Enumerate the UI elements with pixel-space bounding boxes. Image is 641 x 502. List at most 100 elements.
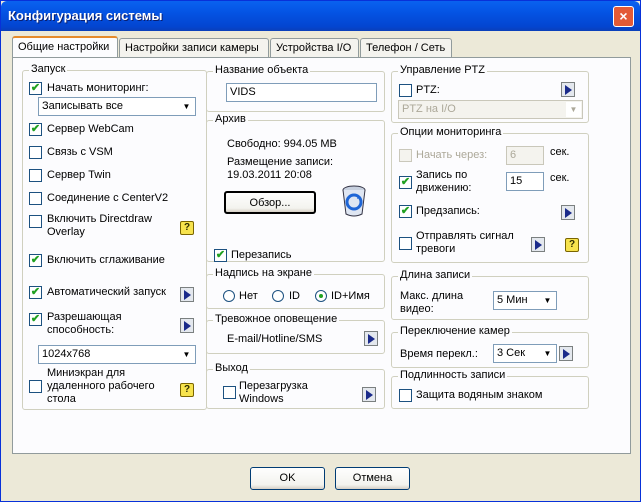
prerecord-label: Предзапись: [416,205,480,217]
webcam-server-label: Сервер WebCam [47,123,134,135]
start-after-checkbox[interactable] [399,149,412,162]
ok-button[interactable]: OK [250,467,325,490]
play-arrow-icon[interactable] [180,287,194,302]
record-mode-select[interactable]: Записывать все ▼ [38,97,196,116]
reboot-label-line1: Перезагрузка [239,380,308,392]
vsm-link-label: Связь с VSM [47,146,113,158]
prerecord-checkbox[interactable]: ✔ [399,205,412,218]
watermark-label: Защита водяным знаком [416,389,543,401]
chevron-down-icon[interactable]: ▼ [179,99,194,114]
help-icon[interactable]: ? [565,238,579,252]
radio-id-name-label: ID+Имя [331,290,370,302]
chevron-down-icon[interactable]: ▼ [179,347,194,362]
play-arrow-icon[interactable] [531,237,545,252]
help-icon[interactable]: ? [180,221,194,235]
ptz-mode-select[interactable]: PTZ на I/O ▼ [398,100,583,119]
camera-switch-group-label: Переключение камер [398,325,512,337]
overwrite-checkbox[interactable]: ✔ [214,249,227,262]
autostart-label: Автоматический запуск [47,286,166,298]
start-after-input[interactable]: 6 [506,146,544,165]
resolution-checkbox[interactable]: ✔ [29,313,42,326]
switch-time-label: Время перекл.: [400,348,478,360]
resolution-value: 1024x768 [42,348,91,360]
reboot-label-line2: Windows [239,393,284,405]
send-alarm-label-line1: Отправлять сигнал [416,230,514,242]
centerv2-checkbox[interactable] [29,192,42,205]
radio-id[interactable] [272,290,284,302]
send-alarm-label-line2: тревоги [416,243,456,255]
tab-io-devices[interactable]: Устройства I/O [270,38,359,58]
max-length-label-line2: видео: [400,303,434,315]
config-dialog: Конфигурация системы × Общие настройки Н… [0,0,641,502]
motion-duration-input[interactable]: 15 [506,172,544,191]
watermark-checkbox[interactable] [399,389,412,402]
ptz-checkbox[interactable] [399,84,412,97]
centerv2-label: Соединение с CenterV2 [47,192,169,204]
motion-label-line1: Запись по [416,169,468,181]
tab-panel: Запуск ✔ Начать мониторинг: Записывать в… [12,57,631,454]
resolution-label-line1: Разрешающая [47,311,122,323]
switch-time-select[interactable]: 3 Сек ▼ [493,344,557,363]
tab-phone-network[interactable]: Телефон / Сеть [360,38,452,58]
reboot-windows-checkbox[interactable] [223,386,236,399]
chevron-down-icon[interactable]: ▼ [566,102,581,117]
ptz-group-label: Управление PTZ [398,64,487,76]
max-length-value: 5 Мин [497,294,528,306]
alarm-notification-group-label: Тревожное оповещение [213,313,340,325]
tab-camera-recording-settings[interactable]: Настройки записи камеры [119,38,269,58]
archive-group-label: Архив [213,113,248,125]
record-authenticity-group-label: Подлинность записи [398,369,508,381]
ptz-mode-value: PTZ на I/O [402,103,456,115]
twin-server-checkbox[interactable] [29,169,42,182]
radio-id-label: ID [289,290,300,302]
radio-none-label: Нет [239,290,258,302]
vsm-link-checkbox[interactable] [29,146,42,159]
send-alarm-checkbox[interactable] [399,237,412,250]
tab-general-settings[interactable]: Общие настройки [12,36,118,58]
motion-label-line2: движению: [416,182,472,194]
max-length-label-line1: Макс. длина [400,290,464,302]
smoothing-checkbox[interactable]: ✔ [29,254,42,267]
directdraw-label-line2: Overlay [47,226,85,238]
autostart-checkbox[interactable]: ✔ [29,286,42,299]
launch-group-label: Запуск [29,63,68,75]
play-arrow-icon[interactable] [364,331,378,346]
switch-time-value: 3 Сек [497,347,526,359]
chevron-down-icon[interactable]: ▼ [540,346,555,361]
play-arrow-icon[interactable] [559,346,573,361]
radio-none[interactable] [223,290,235,302]
max-length-select[interactable]: 5 Мин ▼ [493,291,557,310]
record-placement-date: 19.03.2011 20:08 [227,169,312,181]
close-button[interactable]: × [613,6,634,27]
browse-button[interactable]: Обзор... [224,191,316,214]
directdraw-checkbox[interactable] [29,215,42,228]
cancel-button[interactable]: Отмена [335,467,410,490]
object-name-group-label: Название объекта [213,64,311,76]
screen-label-group-label: Надпись на экране [213,267,314,279]
miniscreen-label-line2: удаленного рабочего [47,380,155,392]
record-mode-value: Записывать все [42,100,124,112]
ptz-label: PTZ: [416,84,440,96]
motion-duration-unit: сек. [550,172,570,184]
play-arrow-icon[interactable] [561,82,575,97]
play-arrow-icon[interactable] [362,387,376,402]
play-arrow-icon[interactable] [180,318,194,333]
chevron-down-icon[interactable]: ▼ [540,293,555,308]
object-name-input[interactable]: VIDS [226,83,377,102]
start-monitoring-label: Начать мониторинг: [47,82,149,94]
play-arrow-icon[interactable] [561,205,575,220]
resolution-label-line2: способность: [47,324,115,336]
help-icon[interactable]: ? [180,383,194,397]
recycle-bin-icon [342,185,366,217]
start-after-label: Начать через: [416,149,488,161]
resolution-select[interactable]: 1024x768 ▼ [38,345,196,364]
window-title: Конфигурация системы [8,8,163,23]
motion-record-checkbox[interactable]: ✔ [399,176,412,189]
title-bar[interactable]: Конфигурация системы × [1,1,640,31]
radio-id-name[interactable] [315,290,327,302]
webcam-server-checkbox[interactable]: ✔ [29,123,42,136]
start-monitoring-checkbox[interactable]: ✔ [29,82,42,95]
record-placement-label: Размещение записи: [227,156,334,168]
miniscreen-checkbox[interactable] [29,380,42,393]
free-space-text: Свободно: 994.05 MB [227,138,337,150]
